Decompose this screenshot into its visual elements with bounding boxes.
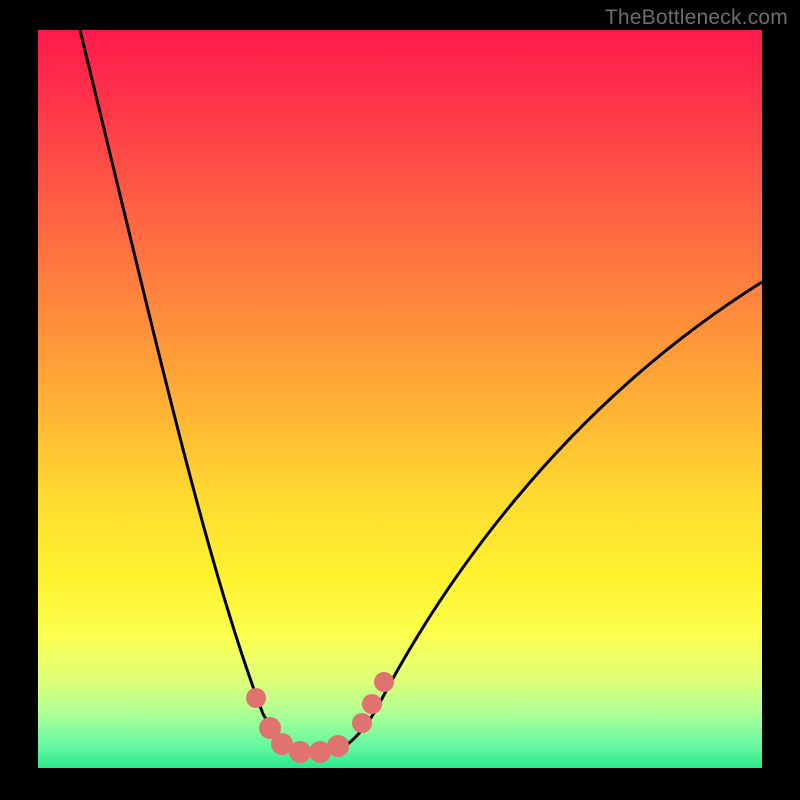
data-marker: [246, 688, 266, 708]
plot-area: [38, 30, 762, 768]
data-marker: [327, 735, 349, 757]
data-marker: [362, 694, 382, 714]
data-marker: [289, 741, 311, 763]
bottleneck-curve: [80, 30, 762, 754]
data-marker: [374, 672, 394, 692]
chart-frame: TheBottleneck.com: [0, 0, 800, 800]
chart-svg: [38, 30, 762, 768]
data-marker: [352, 713, 372, 733]
watermark-text: TheBottleneck.com: [605, 6, 788, 30]
